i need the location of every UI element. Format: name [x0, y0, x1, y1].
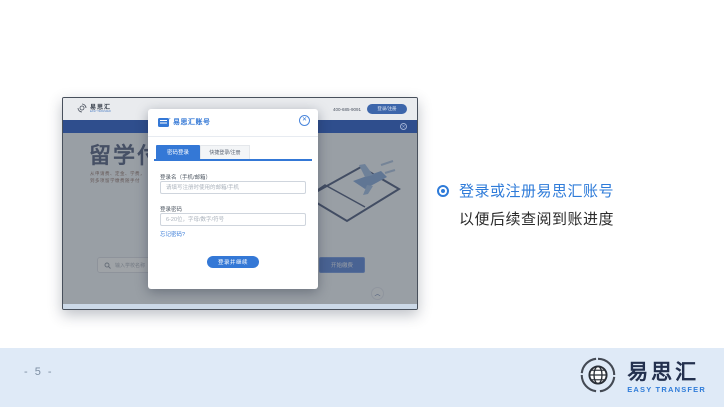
username-label: 登录名（手机/邮箱） [160, 173, 211, 181]
login-tabs: 密码登录 快捷登录/注册 [156, 145, 250, 159]
modal-header: + 易思汇账号 [158, 117, 211, 127]
brand-name-en: EASY TRANSFER [627, 386, 706, 394]
modal-close-icon[interactable]: ✕ [299, 115, 310, 126]
site-logo-en: EASY TRANSFER [90, 111, 111, 114]
website-screenshot: 易思汇 EASY TRANSFER 400-685-9091 登录/注册 ✕ 留… [62, 97, 418, 310]
site-logo[interactable]: 易思汇 EASY TRANSFER [77, 100, 111, 118]
tab-password-login[interactable]: 密码登录 [156, 145, 200, 159]
bullet-ring-icon [437, 185, 449, 197]
username-input[interactable] [160, 181, 306, 194]
login-submit-button[interactable]: 登录并继续 [207, 256, 259, 268]
globe-swirl-icon [577, 354, 619, 401]
slide-footer-band: - 5 - 易思汇 EASY TRANSFER [0, 348, 724, 407]
notice-close-icon[interactable]: ✕ [400, 123, 407, 130]
tab-quick-login-register[interactable]: 快捷登录/注册 [200, 145, 250, 159]
page-number: - 5 - [24, 366, 54, 378]
modal-logo-icon: + [158, 118, 169, 127]
site-login-register-button[interactable]: 登录/注册 [367, 104, 407, 114]
annotation-title: 登录或注册易思汇账号 [459, 180, 614, 201]
modal-title: 易思汇账号 [173, 117, 211, 127]
annotation-block: 登录或注册易思汇账号 以便后续查阅到账进度 [437, 180, 614, 229]
forgot-password-link[interactable]: 忘记密码? [160, 230, 185, 238]
tab-underline [154, 159, 312, 161]
site-logo-swirl-icon [77, 100, 87, 118]
modal-divider [148, 136, 318, 137]
password-input[interactable] [160, 213, 306, 226]
brand-logo: 易思汇 EASY TRANSFER [577, 354, 706, 401]
password-label: 登录密码 [160, 205, 182, 213]
annotation-subtitle: 以便后续查阅到账进度 [459, 208, 614, 229]
login-modal: + 易思汇账号 ✕ 密码登录 快捷登录/注册 登录名（手机/邮箱） 登录密码 忘… [148, 109, 318, 289]
site-footer-strip [63, 304, 417, 310]
modal-logo-plus-mark: + [169, 116, 171, 121]
brand-name-cn: 易思汇 [627, 362, 706, 383]
site-phone: 400-685-9091 [333, 107, 361, 112]
